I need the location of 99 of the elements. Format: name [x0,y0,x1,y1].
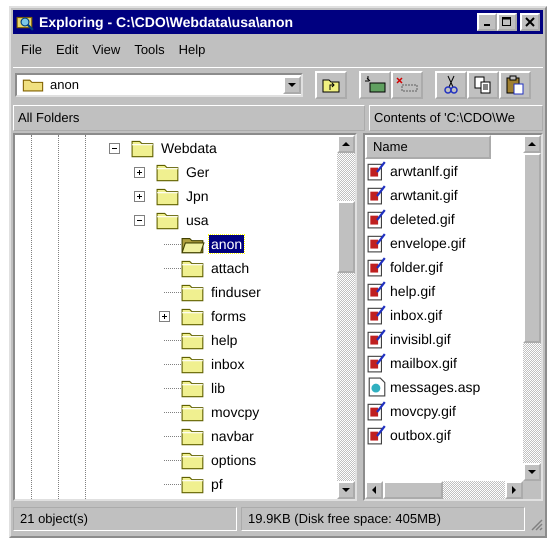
folder-tree-item[interactable]: Webdata [159,139,219,157]
image-file-icon [367,329,387,349]
cut-button[interactable] [435,70,467,98]
file-name[interactable]: arwtanlf.gif [390,163,458,179]
folder-icon [181,282,205,302]
expander-icon [160,312,169,320]
image-file-icon [367,425,387,445]
disconnect-drive-icon [396,76,418,94]
image-file-icon [367,209,387,229]
folder-tree-item[interactable]: usa [184,211,211,229]
folder-tree-item[interactable]: lib [209,379,228,397]
resize-grip-icon[interactable] [529,517,543,531]
paste-icon [505,74,525,94]
image-file-icon [367,305,387,325]
paste-button[interactable] [499,70,531,98]
expander-toggle[interactable] [134,214,145,226]
folder-icon [22,77,44,92]
minimize-icon [484,24,490,26]
folder-icon [181,378,205,398]
file-name[interactable]: folder.gif [390,259,443,275]
image-file-icon [367,401,387,421]
expander-toggle[interactable] [134,166,145,178]
scroll-thumb[interactable] [383,481,443,499]
up-folder-button[interactable] [315,70,347,98]
folder-icon [181,450,205,470]
address-combo[interactable]: anon [15,72,303,96]
image-file-icon [367,257,387,277]
folder-tree-item[interactable]: navbar [209,427,256,445]
pane-header: Contents of 'C:\CDO\We [369,105,543,131]
expander-toggle[interactable] [109,142,120,154]
image-file-icon [367,281,387,301]
folder-icon [156,186,180,206]
folder-icon [181,354,205,374]
expander-icon [135,168,144,176]
folder-icon [156,162,180,182]
folder-tree-item[interactable]: help [209,331,240,349]
maximize-button[interactable] [497,13,517,31]
copy-button[interactable] [467,70,499,98]
menu-item[interactable]: Edit [52,42,82,56]
file-name[interactable]: arwtanit.gif [390,187,458,203]
folder-tree-item[interactable]: options [209,451,258,469]
folder-tree-item[interactable]: inbox [209,355,246,373]
status-panel: 19.9KB (Disk free space: 405MB) [241,507,525,531]
folder-tree-item[interactable]: Jpn [184,187,211,205]
expander-toggle[interactable] [159,310,170,322]
menu-item[interactable]: File [17,42,46,56]
folder-tree-item[interactable]: attach [209,259,252,277]
file-name[interactable]: messages.asp [390,379,480,395]
folder-icon [181,474,205,494]
scroll-thumb[interactable] [337,201,355,273]
pane-header: All Folders [13,105,365,131]
scroll-thumb[interactable] [523,153,541,343]
scissors-icon [443,74,459,94]
file-name[interactable]: inbox.gif [390,307,442,323]
menu-item[interactable]: View [88,42,124,56]
close-button[interactable] [520,13,540,31]
status-panel: 21 object(s) [13,507,237,531]
expander-toggle[interactable] [134,190,145,202]
folder-icon [181,426,205,446]
folder-icon [156,210,180,230]
folder-icon [181,330,205,350]
copy-icon [473,74,493,94]
folder-tree-item[interactable]: finduser [209,283,263,301]
file-name[interactable]: invisibl.gif [390,331,451,347]
folder-tree-item[interactable]: forms [209,307,248,325]
disconnect-drive-button[interactable] [391,70,423,98]
image-file-icon [367,161,387,181]
menu-item[interactable]: Help [174,42,210,56]
folder-icon [181,258,205,278]
close-icon [525,17,535,27]
horizontal-scrollbar[interactable] [365,481,541,499]
vertical-scrollbar[interactable] [337,135,355,499]
file-name[interactable]: envelope.gif [390,235,466,251]
folder-tree-item[interactable]: Ger [184,163,212,181]
expander-icon [135,192,144,200]
web-page-file-icon [367,377,387,397]
scrollbar-corner [523,481,541,499]
folder-icon [181,402,205,422]
file-name[interactable]: outbox.gif [390,427,451,443]
image-file-icon [367,353,387,373]
file-name[interactable]: mailbox.gif [390,355,457,371]
image-file-icon [367,233,387,253]
maximize-icon [502,17,512,27]
folder-tree-item[interactable]: anon [209,235,244,253]
minimize-button[interactable] [477,13,497,31]
network-drive-icon [364,76,386,94]
folder-tree-item[interactable]: pf [209,475,225,493]
file-name[interactable]: movcpy.gif [390,403,456,419]
folder-tree-item[interactable]: movcpy [209,403,262,421]
file-name[interactable]: deleted.gif [390,211,455,227]
column-header[interactable]: Name [365,135,491,159]
image-file-icon [367,185,387,205]
window-title: Exploring - C:\CDO\Webdata\usa\anon [39,14,294,30]
folder-icon [131,138,155,158]
folder-icon [181,306,205,326]
map-drive-button[interactable] [359,70,391,98]
vertical-scrollbar[interactable] [523,135,541,481]
menu-item[interactable]: Tools [130,42,169,56]
file-name[interactable]: help.gif [390,283,436,299]
